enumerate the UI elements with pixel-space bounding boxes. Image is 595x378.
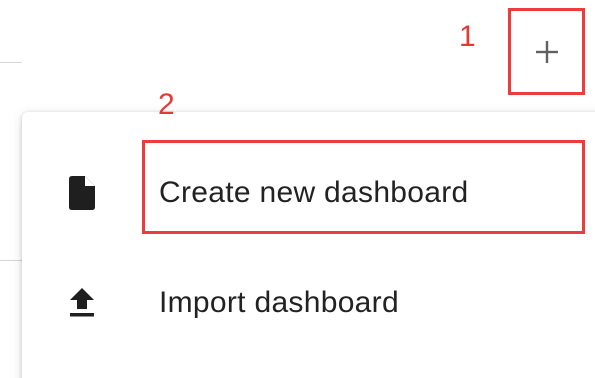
menu-item-import-dashboard[interactable]: Import dashboard: [22, 257, 595, 349]
screenshot: Create new dashboard Import dashboard 1 …: [0, 0, 595, 378]
step-1-label: 1: [459, 20, 476, 53]
menu-item-label: Import dashboard: [159, 286, 399, 319]
file-icon: [66, 173, 98, 213]
step-2-label: 2: [158, 88, 175, 121]
divider: [0, 260, 22, 261]
highlight-add-button: [508, 8, 585, 95]
upload-icon: [66, 283, 98, 323]
highlight-create-new-dashboard: [142, 140, 585, 234]
divider: [0, 62, 22, 63]
